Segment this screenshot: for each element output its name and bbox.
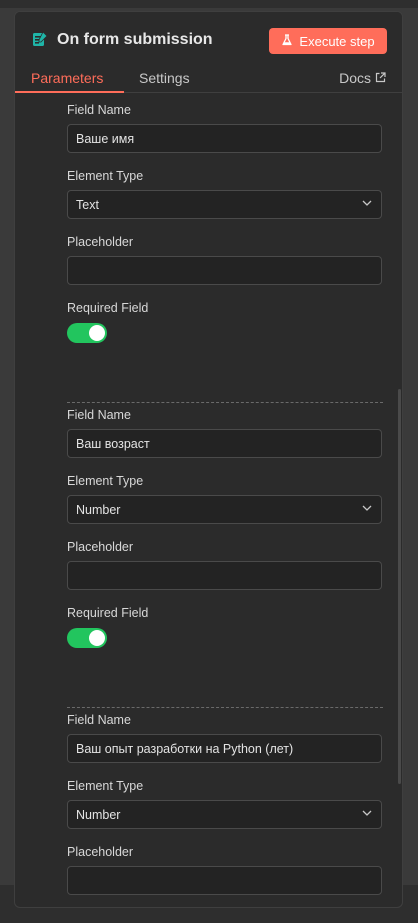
element-type-select[interactable]: Text bbox=[67, 190, 382, 219]
field-divider bbox=[67, 402, 383, 403]
chevron-down-icon bbox=[361, 197, 373, 212]
field-name-input[interactable]: Ваше имя bbox=[67, 124, 382, 153]
docs-link[interactable]: Docs bbox=[339, 70, 386, 86]
required-field-label: Required Field bbox=[67, 301, 149, 315]
required-field-toggle[interactable] bbox=[67, 628, 107, 648]
external-link-icon bbox=[375, 70, 386, 86]
execute-step-button[interactable]: Execute step bbox=[269, 28, 387, 54]
element-type-label: Element Type bbox=[67, 474, 144, 488]
placeholder-label: Placeholder bbox=[67, 540, 134, 554]
placeholder-input[interactable] bbox=[67, 256, 382, 285]
element-type-label: Element Type bbox=[67, 779, 144, 793]
toggle-knob bbox=[89, 630, 105, 646]
field-name-input[interactable]: Ваш возраст bbox=[67, 429, 382, 458]
element-type-value: Number bbox=[76, 502, 121, 517]
placeholder-label: Placeholder bbox=[67, 845, 134, 859]
placeholder-input[interactable] bbox=[67, 561, 382, 590]
required-field-label: Required Field bbox=[67, 606, 149, 620]
active-tab-indicator bbox=[15, 91, 124, 93]
field-name-label: Field Name bbox=[67, 408, 131, 422]
panel-header: On form submission Execute step Paramete… bbox=[15, 12, 402, 93]
chevron-down-icon bbox=[361, 807, 373, 822]
canvas-backdrop-top bbox=[0, 0, 418, 8]
field-name-label: Field Name bbox=[67, 713, 131, 727]
chevron-down-icon bbox=[361, 502, 373, 517]
tab-bar: Parameters Settings Docs bbox=[15, 62, 402, 93]
flask-icon bbox=[281, 33, 293, 49]
field-name-input[interactable]: Ваш опыт разработки на Python (лет) bbox=[67, 734, 382, 763]
placeholder-label: Placeholder bbox=[67, 235, 134, 249]
node-title[interactable]: On form submission bbox=[57, 31, 213, 49]
node-settings-panel: On form submission Execute step Paramete… bbox=[14, 11, 403, 908]
element-type-label: Element Type bbox=[67, 169, 144, 183]
placeholder-input[interactable] bbox=[67, 866, 382, 895]
parameters-content: Field Name Ваше имя Element Type Text Pl… bbox=[15, 94, 402, 907]
element-type-value: Number bbox=[76, 807, 121, 822]
tab-settings[interactable]: Settings bbox=[139, 70, 190, 86]
required-field-toggle[interactable] bbox=[67, 323, 107, 343]
tab-parameters[interactable]: Parameters bbox=[31, 70, 103, 86]
docs-label: Docs bbox=[339, 70, 371, 86]
element-type-select[interactable]: Number bbox=[67, 800, 382, 829]
field-divider bbox=[67, 707, 383, 708]
element-type-value: Text bbox=[76, 197, 99, 212]
form-icon bbox=[31, 30, 49, 48]
element-type-select[interactable]: Number bbox=[67, 495, 382, 524]
execute-step-label: Execute step bbox=[299, 33, 375, 49]
toggle-knob bbox=[89, 325, 105, 341]
scrollbar[interactable] bbox=[398, 389, 401, 784]
field-name-label: Field Name bbox=[67, 103, 131, 117]
